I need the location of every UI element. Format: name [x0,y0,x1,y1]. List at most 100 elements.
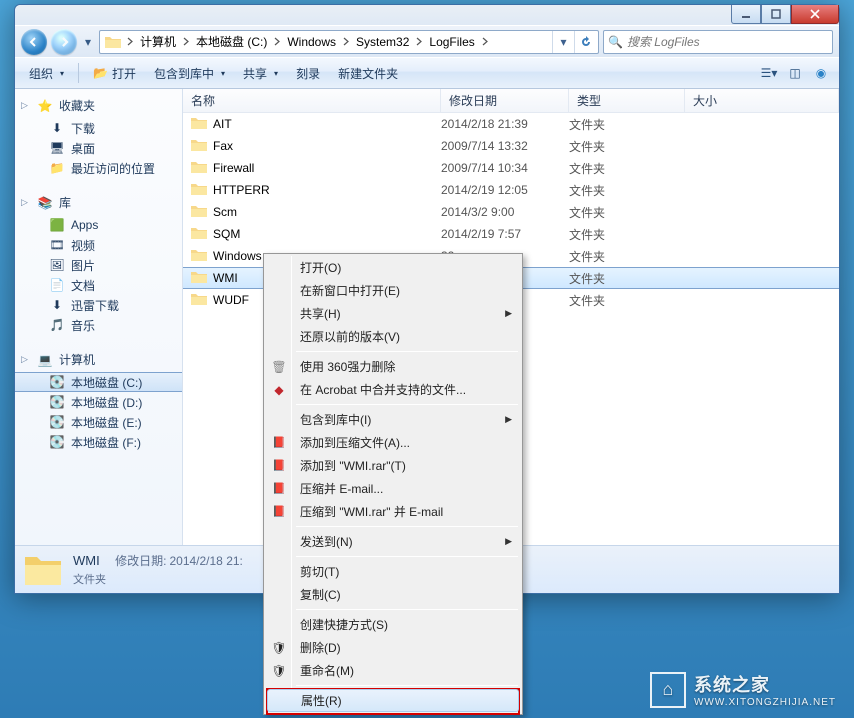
share-button[interactable]: 共享 [235,61,286,85]
organize-button[interactable]: 组织 [21,61,72,85]
history-dropdown[interactable]: ▾ [81,32,95,52]
context-menu-item[interactable]: 🗑使用 360强力删除 [266,355,520,378]
folder-icon [191,226,207,242]
breadcrumb-segment[interactable]: 本地磁盘 (C:) [192,31,271,53]
desktop-icon: 🖥 [49,140,65,156]
context-menu-item[interactable]: 📕添加到压缩文件(A)... [266,431,520,454]
sidebar-item[interactable]: 💽本地磁盘 (E:) [15,412,182,432]
sidebar-libraries-header[interactable]: ▷📚库 [15,192,182,215]
titlebar[interactable] [15,5,839,25]
column-type[interactable]: 类型 [569,89,685,112]
sidebar-favorites-header[interactable]: ▷⭐收藏夹 [15,95,182,118]
maximize-button[interactable] [761,5,791,24]
column-name[interactable]: 名称 [183,89,441,112]
rar-icon: 📕 [271,458,287,474]
search-placeholder: 搜索 LogFiles [627,33,700,50]
context-menu-item[interactable]: 🛡删除(D) [266,636,520,659]
context-menu-item[interactable]: 📕压缩到 "WMI.rar" 并 E-mail [266,500,520,523]
preview-pane-button[interactable]: ◫ [783,61,807,85]
new-folder-button[interactable]: 新建文件夹 [330,61,406,85]
close-button[interactable] [791,5,839,24]
sidebar-item[interactable]: 🖥桌面 [15,138,182,158]
breadcrumb: 计算机本地磁盘 (C:) Windows System32 LogFiles [124,31,491,53]
address-bar[interactable]: 计算机本地磁盘 (C:) Windows System32 LogFiles ▾ [99,30,599,54]
sidebar-item[interactable]: 💽本地磁盘 (D:) [15,392,182,412]
context-menu-item[interactable]: 还原以前的版本(V) [266,325,520,348]
file-row[interactable]: AIT2014/2/18 21:39文件夹 [183,113,839,135]
sidebar-item[interactable]: 📄文档 [15,275,182,295]
minimize-button[interactable] [731,5,761,24]
column-size[interactable]: 大小 [685,89,839,112]
view-button[interactable]: ☰▾ [757,61,781,85]
file-row[interactable]: Scm2014/3/2 9:00文件夹 [183,201,839,223]
sidebar-item[interactable]: 📁最近访问的位置 [15,158,182,178]
context-menu-item[interactable]: 📕添加到 "WMI.rar"(T) [266,454,520,477]
sidebar-item[interactable]: 💽本地磁盘 (C:) [15,372,182,392]
sidebar-item[interactable]: ⬇下载 [15,118,182,138]
watermark-logo-icon: ⌂ [650,672,686,708]
context-menu-item[interactable]: 打开(O) [266,256,520,279]
context-menu-item[interactable]: 发送到(N)▶ [266,530,520,553]
doc-icon: 📄 [49,277,65,293]
music-icon: 🎵 [49,317,65,333]
breadcrumb-segment[interactable]: LogFiles [425,31,478,53]
folder-icon [191,182,207,198]
thunder-icon: ⬇ [49,297,65,313]
context-menu-item[interactable]: 包含到库中(I)▶ [266,408,520,431]
refresh-button[interactable] [574,31,596,53]
context-menu-item[interactable]: 🛡重命名(M) [266,659,520,682]
details-title: WMI [73,553,100,568]
context-menu-item[interactable]: 在新窗口中打开(E) [266,279,520,302]
drive-icon: 💽 [49,434,65,450]
address-dropdown[interactable]: ▾ [552,31,574,53]
breadcrumb-segment[interactable]: 计算机 [136,31,180,53]
file-row[interactable]: HTTPERR2014/2/19 12:05文件夹 [183,179,839,201]
burn-button[interactable]: 刻录 [288,61,328,85]
context-menu-item[interactable]: 剪切(T) [266,560,520,583]
sidebar-item[interactable]: ⬇迅雷下载 [15,295,182,315]
breadcrumb-sep[interactable] [124,31,136,53]
folder-icon [105,34,121,50]
sidebar-item[interactable]: 🟩Apps [15,215,182,235]
context-menu-item[interactable]: 创建快捷方式(S) [266,613,520,636]
breadcrumb-sep[interactable] [271,31,283,53]
include-library-button[interactable]: 包含到库中 [146,61,233,85]
context-menu-item[interactable]: 📕压缩并 E-mail... [266,477,520,500]
context-menu-item[interactable]: 复制(C) [266,583,520,606]
file-row[interactable]: Firewall2009/7/14 10:34文件夹 [183,157,839,179]
search-input[interactable]: 🔍搜索 LogFiles [603,30,833,54]
submenu-arrow-icon: ▶ [505,308,512,319]
help-button[interactable]: ◉ [809,61,833,85]
video-icon: 🎞 [49,237,65,253]
folder-icon [191,160,207,176]
sidebar-item[interactable]: 🎵音乐 [15,315,182,335]
breadcrumb-sep[interactable] [180,31,192,53]
forward-button[interactable] [51,29,77,55]
breadcrumb-sep[interactable] [413,31,425,53]
file-row[interactable]: SQM2014/2/19 7:57文件夹 [183,223,839,245]
sidebar-item[interactable]: 🖼图片 [15,255,182,275]
breadcrumb-sep[interactable] [479,31,491,53]
recent-icon: 📁 [49,160,65,176]
context-menu-item[interactable]: 属性(R) [267,689,519,712]
download-icon: ⬇ [49,120,65,136]
shield-icon: 🛡 [271,663,287,679]
breadcrumb-segment[interactable]: System32 [352,31,413,53]
context-menu: 打开(O)在新窗口中打开(E)共享(H)▶还原以前的版本(V) 🗑使用 360强力… [263,253,523,715]
context-menu-item[interactable]: 共享(H)▶ [266,302,520,325]
sidebar: ▷⭐收藏夹 ⬇下载🖥桌面📁最近访问的位置 ▷📚库 🟩Apps🎞视频🖼图片📄文档⬇… [15,89,183,545]
rar-icon: 📕 [271,481,287,497]
picture-icon: 🖼 [49,257,65,273]
open-button[interactable]: 📂打开 [85,61,144,85]
sidebar-item[interactable]: 🎞视频 [15,235,182,255]
back-button[interactable] [21,29,47,55]
column-date[interactable]: 修改日期 [441,89,569,112]
folder-large-icon [23,550,63,590]
sidebar-computer-header[interactable]: ▷💻计算机 [15,349,182,372]
breadcrumb-segment[interactable]: Windows [283,31,340,53]
folder-icon [191,292,207,308]
breadcrumb-sep[interactable] [340,31,352,53]
sidebar-item[interactable]: 💽本地磁盘 (F:) [15,432,182,452]
context-menu-item[interactable]: ◆在 Acrobat 中合并支持的文件... [266,378,520,401]
file-row[interactable]: Fax2009/7/14 13:32文件夹 [183,135,839,157]
